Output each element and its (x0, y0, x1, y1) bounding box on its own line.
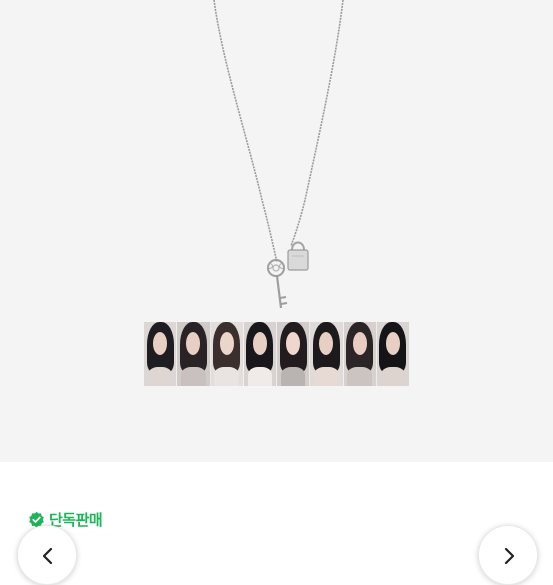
chevron-right-icon (504, 547, 515, 565)
necklace-chain-left (213, 0, 278, 263)
chevron-left-icon (42, 547, 53, 565)
product-info: 단독판매 (0, 462, 553, 553)
lock-pendant-icon (287, 241, 309, 271)
photocard (144, 322, 178, 386)
key-pendant-icon (267, 259, 288, 309)
photocard (243, 322, 277, 386)
photocard-strip (144, 322, 409, 386)
photocard (343, 322, 377, 386)
photocard (376, 322, 409, 386)
photocard (177, 322, 211, 386)
photocard (277, 322, 311, 386)
photocard (310, 322, 344, 386)
next-button[interactable] (478, 525, 538, 585)
previous-button[interactable] (17, 525, 77, 585)
necklace-chain-right (290, 0, 344, 247)
product-image (0, 0, 553, 462)
photocard (210, 322, 244, 386)
necklace-illustration (213, 0, 344, 309)
